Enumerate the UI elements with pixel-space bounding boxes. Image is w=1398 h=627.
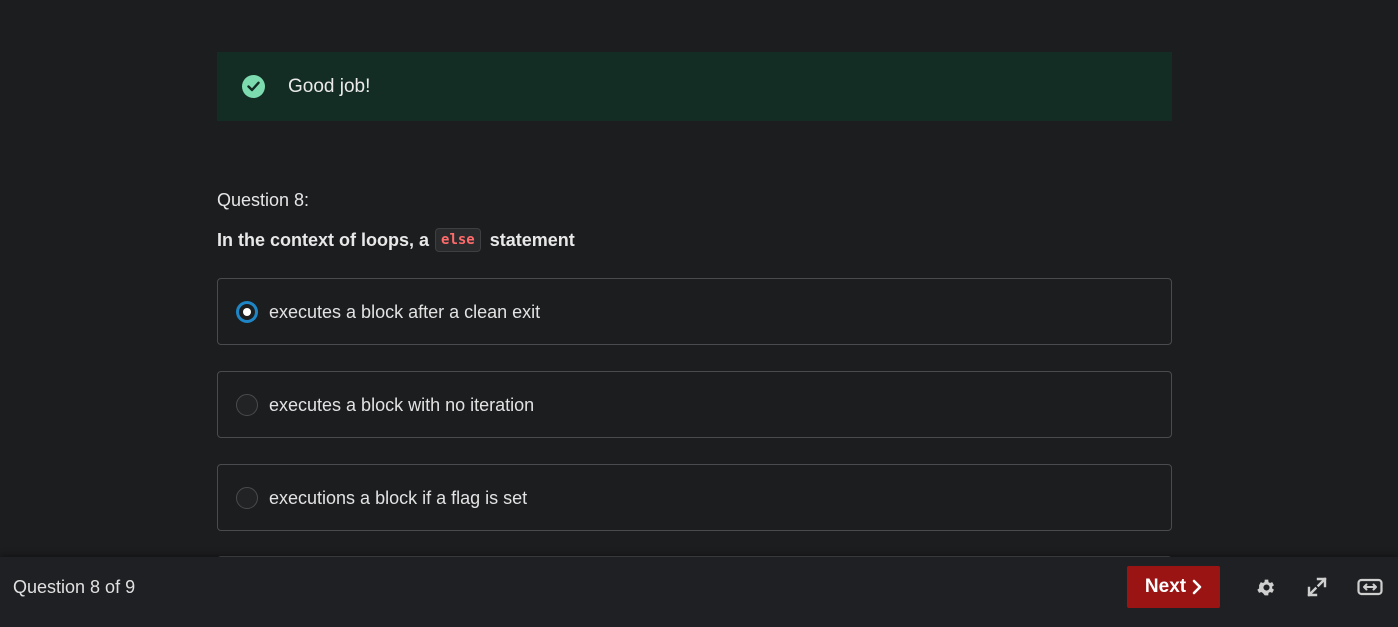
question-progress: Question 8 of 9 — [13, 577, 136, 597]
feedback-message: Good job! — [288, 76, 371, 97]
next-button-label: Next — [1144, 576, 1187, 597]
check-circle-icon — [242, 75, 265, 98]
answer-option-3[interactable]: executions a block if a flag is set — [217, 464, 1172, 531]
width-toggle-icon[interactable] — [1356, 576, 1383, 598]
radio-unselected[interactable] — [236, 487, 258, 509]
feedback-banner: Good job! — [217, 52, 1172, 121]
gear-icon[interactable] — [1255, 576, 1277, 598]
radio-selected[interactable] — [236, 301, 258, 323]
question-code: else — [435, 228, 481, 252]
quiz-page: Good job! Question 8: In the context of … — [0, 0, 1398, 627]
next-button[interactable]: Next — [1127, 566, 1220, 608]
radio-unselected[interactable] — [236, 394, 258, 416]
answer-option-label: executes a block with no iteration — [269, 395, 535, 415]
answer-option-2[interactable]: executes a block with no iteration — [217, 371, 1172, 438]
question-text-before: In the context of loops, a — [217, 229, 430, 250]
quiz-footer: Question 8 of 9 Next — [0, 557, 1398, 627]
chevron-right-icon — [1192, 579, 1202, 595]
answer-option-1[interactable]: executes a block after a clean exit — [217, 278, 1172, 345]
question-text: In the context of loops, a else statemen… — [217, 228, 575, 252]
question-number: Question 8: — [217, 190, 310, 210]
answer-option-label: executes a block after a clean exit — [269, 302, 541, 322]
answer-option-label: executions a block if a flag is set — [269, 488, 528, 508]
question-text-after: statement — [489, 229, 575, 250]
expand-icon[interactable] — [1306, 576, 1328, 598]
